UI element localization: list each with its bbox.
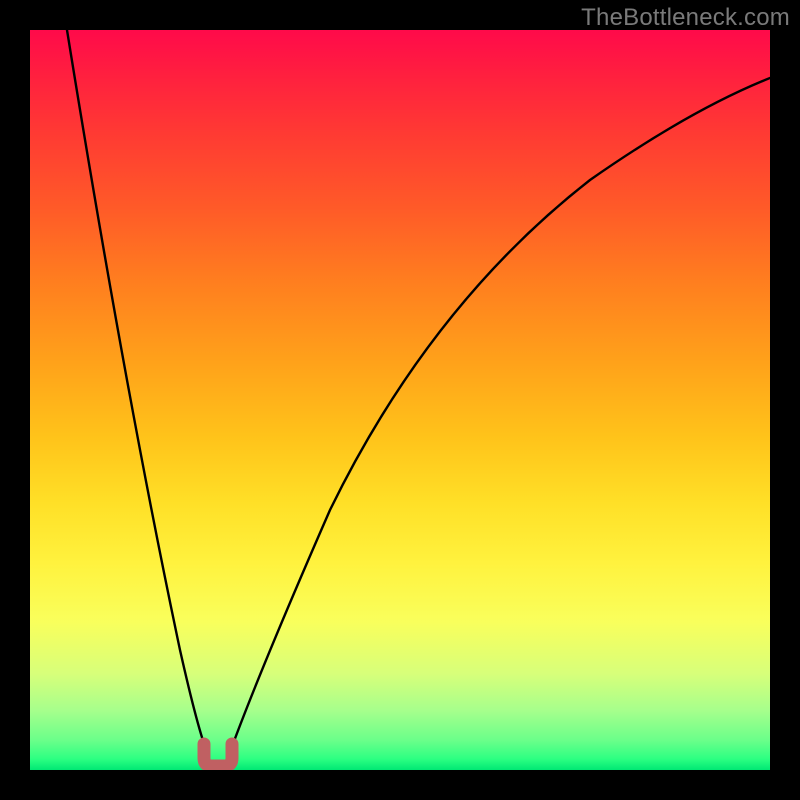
curve-left-branch — [67, 30, 208, 755]
curve-right-branch — [230, 78, 770, 752]
chart-frame: TheBottleneck.com — [0, 0, 800, 800]
curve-layer — [30, 30, 770, 770]
minimum-marker — [204, 744, 232, 766]
plot-area — [30, 30, 770, 770]
watermark-text: TheBottleneck.com — [581, 4, 790, 32]
